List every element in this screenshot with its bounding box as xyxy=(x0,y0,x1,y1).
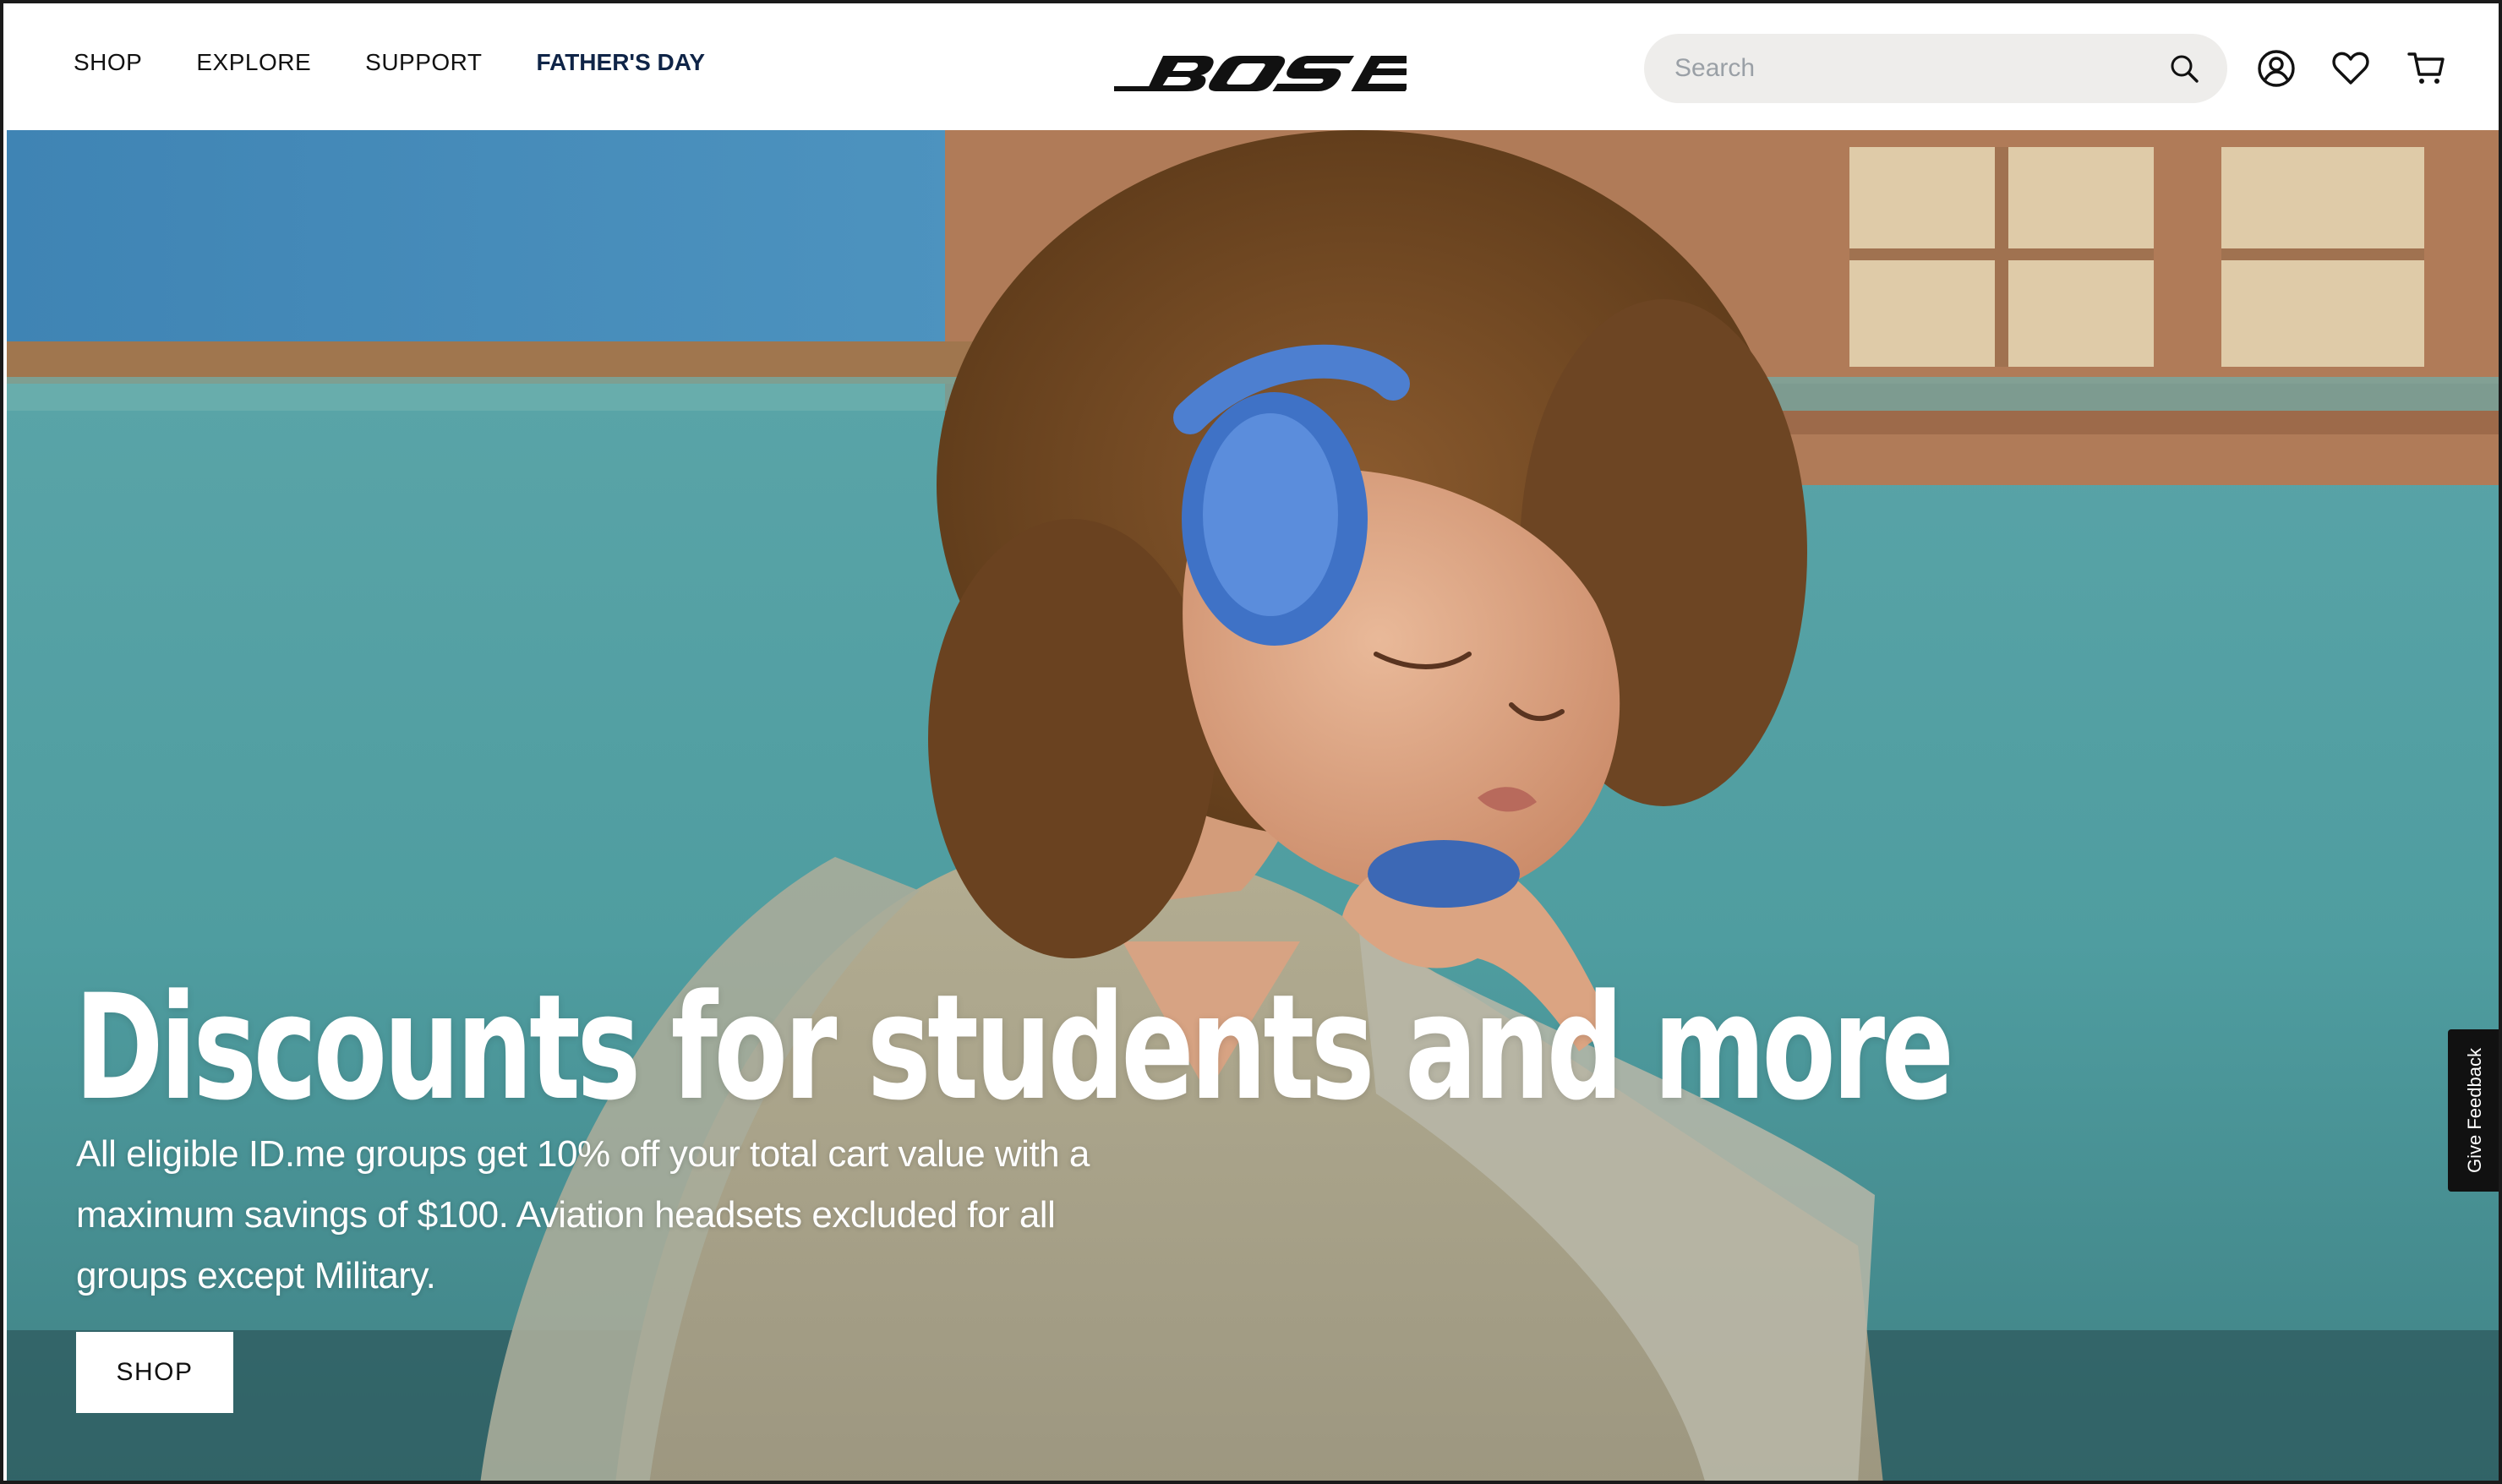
hero-headline: Discounts for students and more xyxy=(74,963,1954,1132)
browser-viewport: SHOP EXPLORE SUPPORT FATHER'S DAY Search… xyxy=(0,0,2502,1484)
search-input[interactable] xyxy=(1673,53,2150,84)
heart-icon[interactable] xyxy=(2331,49,2370,88)
cart-icon[interactable] xyxy=(2407,49,2446,88)
search-icon[interactable] xyxy=(2168,52,2200,85)
hero-shop-button[interactable]: SHOP xyxy=(76,1332,233,1413)
main-nav: SHOP EXPLORE SUPPORT FATHER'S DAY xyxy=(74,49,705,76)
hero-description: All eligible ID.me groups get 10% off yo… xyxy=(76,1133,1090,1296)
nav-shop[interactable]: SHOP xyxy=(74,49,142,76)
account-icon[interactable] xyxy=(2257,49,2296,88)
nav-explore[interactable]: EXPLORE xyxy=(196,49,311,76)
site-header: SHOP EXPLORE SUPPORT FATHER'S DAY xyxy=(7,7,2499,130)
give-feedback-label: Give Feedback xyxy=(2464,1048,2485,1173)
nav-support[interactable]: SUPPORT xyxy=(365,49,482,76)
give-feedback-tab[interactable]: Give Feedback xyxy=(2448,1029,2499,1192)
search-bar xyxy=(1644,34,2227,103)
hero-banner: Discounts for students and more All elig… xyxy=(7,130,2499,1481)
nav-fathers-day[interactable]: FATHER'S DAY xyxy=(537,49,706,76)
bose-logo[interactable] xyxy=(1114,51,1407,91)
